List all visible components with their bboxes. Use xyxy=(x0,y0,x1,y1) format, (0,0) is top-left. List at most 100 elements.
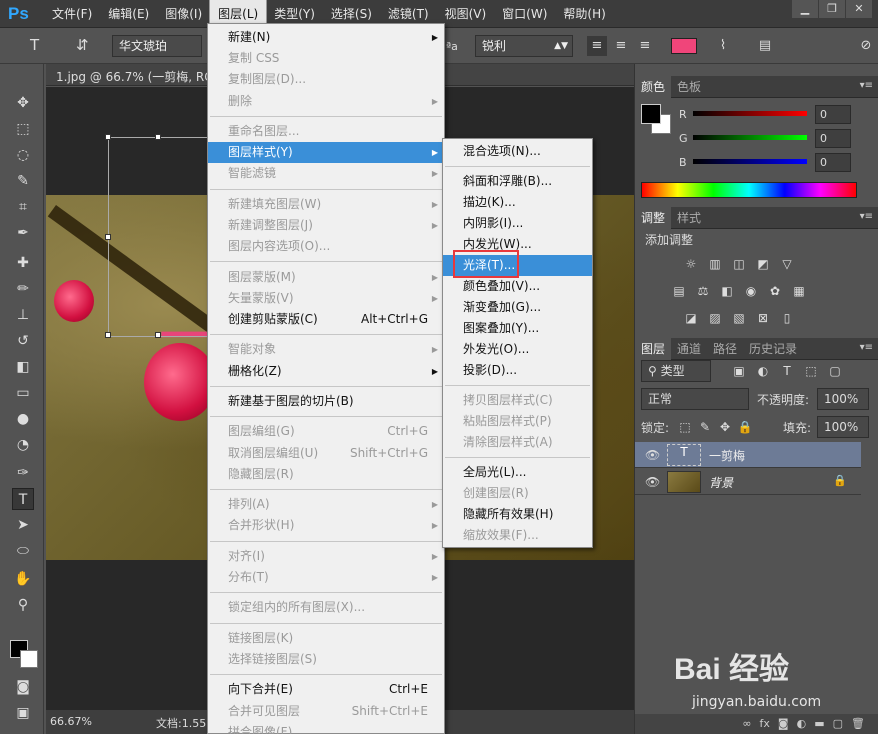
curves-icon[interactable]: ◫ xyxy=(731,256,747,272)
screen-mode-icon[interactable]: ▣ xyxy=(12,702,34,724)
filter-adjust-icon[interactable]: ◐ xyxy=(755,363,771,379)
font-family-select[interactable]: 华文琥珀 xyxy=(112,35,202,57)
transform-handle[interactable] xyxy=(105,234,111,240)
menu-option[interactable]: 外发光(O)... xyxy=(443,339,592,360)
blue-value[interactable]: 0 xyxy=(815,153,851,172)
cancel-icon[interactable]: ⊘ xyxy=(856,36,876,56)
transform-handle[interactable] xyxy=(105,134,111,140)
layer-row[interactable]: 👁 背景 🔒 xyxy=(635,469,861,495)
tab-paths[interactable]: 路径 xyxy=(707,338,743,360)
layer-filter-select[interactable]: ⚲ 类型 xyxy=(641,360,711,382)
align-center-icon[interactable]: ≡ xyxy=(611,36,631,56)
background-color-swatch[interactable] xyxy=(20,650,38,668)
anti-alias-select[interactable]: 锐利 ▲▼ xyxy=(475,35,573,57)
align-left-icon[interactable]: ≡ xyxy=(587,36,607,56)
menu-option[interactable]: 图层样式(Y) ▶ xyxy=(208,142,444,164)
tab-history[interactable]: 历史记录 xyxy=(743,338,803,360)
eyedropper-tool-icon[interactable]: ✒ xyxy=(12,222,34,244)
zoom-level[interactable]: 66.67% xyxy=(50,715,92,728)
menu-item[interactable]: 图像(I) xyxy=(157,0,210,28)
marquee-tool-icon[interactable]: ⬚ xyxy=(12,118,34,140)
menu-option[interactable]: 颜色叠加(V)... xyxy=(443,276,592,297)
filter-smart-icon[interactable]: ▢ xyxy=(827,363,843,379)
lasso-tool-icon[interactable]: ◌ xyxy=(12,144,34,166)
gradient-map-icon[interactable]: ▯ xyxy=(779,310,795,326)
menu-item[interactable]: 视图(V) xyxy=(437,0,495,28)
channel-mixer-icon[interactable]: ✿ xyxy=(767,283,783,299)
stamp-tool-icon[interactable]: ⊥ xyxy=(12,304,34,326)
menu-item[interactable]: 帮助(H) xyxy=(555,0,613,28)
blue-slider[interactable] xyxy=(693,159,807,164)
type-tool-icon[interactable]: T xyxy=(12,488,34,510)
levels-icon[interactable]: ▥ xyxy=(707,256,723,272)
menu-item[interactable]: 窗口(W) xyxy=(494,0,555,28)
warp-text-icon[interactable]: ⌇ xyxy=(713,36,733,56)
type-tool-icon[interactable]: T xyxy=(30,36,39,54)
menu-option[interactable]: 新建(N) ▶ xyxy=(208,27,444,48)
visibility-eye-icon[interactable]: 👁 xyxy=(645,475,660,489)
text-orientation-icon[interactable]: ⇵ xyxy=(76,36,89,54)
lock-position-icon[interactable]: ✥ xyxy=(717,419,733,435)
menu-item[interactable]: 编辑(E) xyxy=(100,0,157,28)
ellipse-tool-icon[interactable]: ⬭ xyxy=(12,540,34,562)
pen-tool-icon[interactable]: ✑ xyxy=(12,462,34,484)
fill-input[interactable]: 100% xyxy=(817,416,869,438)
filter-type-icon[interactable]: T xyxy=(779,363,795,379)
menu-option[interactable]: 隐藏所有效果(H) xyxy=(443,504,592,525)
tab-swatches[interactable]: 色板 xyxy=(671,76,707,98)
crop-tool-icon[interactable]: ⌗ xyxy=(12,196,34,218)
color-lookup-icon[interactable]: ▦ xyxy=(791,283,807,299)
opacity-input[interactable]: 100% xyxy=(817,388,869,410)
color-balance-icon[interactable]: ⚖ xyxy=(695,283,711,299)
brush-tool-icon[interactable]: ✏ xyxy=(12,278,34,300)
tab-channels[interactable]: 通道 xyxy=(671,338,707,360)
green-slider[interactable] xyxy=(693,135,807,140)
tab-color[interactable]: 颜色 xyxy=(635,76,672,98)
menu-option[interactable]: 全局光(L)... xyxy=(443,462,592,483)
color-spectrum[interactable] xyxy=(641,182,857,198)
photo-filter-icon[interactable]: ◉ xyxy=(743,283,759,299)
transform-handle[interactable] xyxy=(105,332,111,338)
menu-option[interactable]: 渐变叠加(G)... xyxy=(443,297,592,318)
zoom-tool-icon[interactable]: ⚲ xyxy=(12,594,34,616)
transform-handle[interactable] xyxy=(155,134,161,140)
black-white-icon[interactable]: ◧ xyxy=(719,283,735,299)
menu-option[interactable]: 投影(D)... xyxy=(443,360,592,381)
tab-adjustments[interactable]: 调整 xyxy=(635,207,672,229)
transform-bounding-box[interactable] xyxy=(105,134,208,338)
blur-tool-icon[interactable]: ● xyxy=(12,408,34,430)
panel-menu-icon[interactable]: ▾≡ xyxy=(860,211,873,222)
threshold-icon[interactable]: ▧ xyxy=(731,310,747,326)
hue-saturation-icon[interactable]: ▤ xyxy=(671,283,687,299)
layer-row[interactable]: 👁 T 一剪梅 xyxy=(635,442,861,468)
healing-tool-icon[interactable]: ✚ xyxy=(12,252,34,274)
menu-option[interactable]: 栅格化(Z) ▶ xyxy=(208,361,444,382)
brightness-icon[interactable]: ☼ xyxy=(683,256,699,272)
menu-option[interactable]: 描边(K)... xyxy=(443,192,592,213)
panel-menu-icon[interactable]: ▾≡ xyxy=(860,342,873,353)
align-right-icon[interactable]: ≡ xyxy=(635,36,655,56)
text-color-swatch[interactable] xyxy=(671,38,697,54)
history-brush-icon[interactable]: ↺ xyxy=(12,330,34,352)
close-icon[interactable]: ✕ xyxy=(846,0,872,18)
panel-menu-icon[interactable]: ▾≡ xyxy=(860,80,873,91)
menu-option[interactable]: 创建剪贴蒙版(C) Alt+Ctrl+G xyxy=(208,309,444,330)
red-slider[interactable] xyxy=(693,111,807,116)
menu-item[interactable]: 文件(F) xyxy=(44,0,100,28)
gradient-tool-icon[interactable]: ▭ xyxy=(12,382,34,404)
menu-option[interactable]: 斜面和浮雕(B)... xyxy=(443,171,592,192)
red-value[interactable]: 0 xyxy=(815,105,851,124)
filter-shape-icon[interactable]: ⬚ xyxy=(803,363,819,379)
tab-layers[interactable]: 图层 xyxy=(635,338,672,360)
vibrance-icon[interactable]: ▽ xyxy=(779,256,795,272)
menu-option[interactable]: 向下合并(E) Ctrl+E xyxy=(208,679,444,700)
character-panel-icon[interactable]: ▤ xyxy=(755,36,775,56)
move-tool-icon[interactable]: ✥ xyxy=(12,92,34,114)
lock-all-icon[interactable]: 🔒 xyxy=(737,419,753,435)
posterize-icon[interactable]: ▨ xyxy=(707,310,723,326)
quick-select-tool-icon[interactable]: ✎ xyxy=(12,170,34,192)
tab-styles[interactable]: 样式 xyxy=(671,207,707,229)
invert-icon[interactable]: ◪ xyxy=(683,310,699,326)
blend-mode-select[interactable]: 正常 xyxy=(641,388,749,410)
path-select-tool-icon[interactable]: ➤ xyxy=(12,514,34,536)
